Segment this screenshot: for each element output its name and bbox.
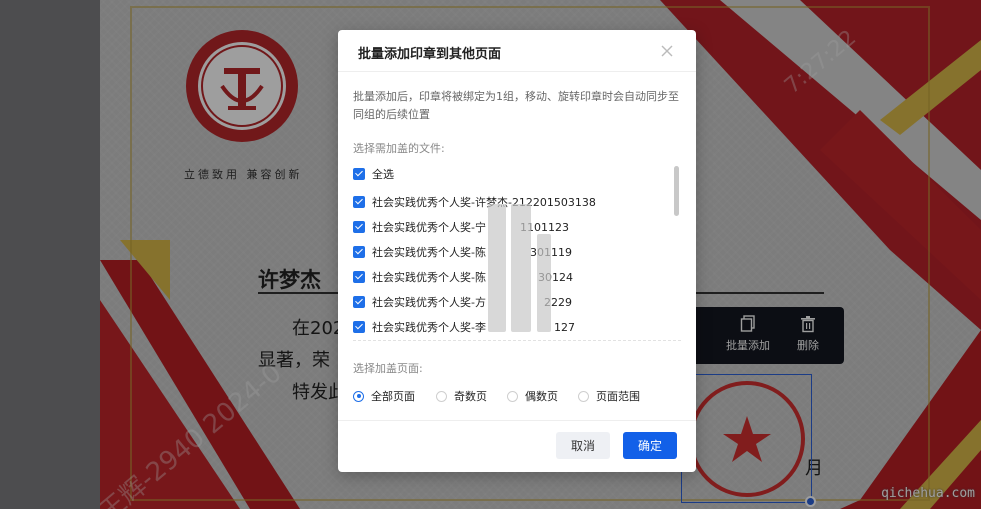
cancel-button[interactable]: 取消 <box>556 432 610 459</box>
radio-odd-pages[interactable]: 奇数页 <box>436 388 487 404</box>
checkbox-checked-icon <box>353 196 365 208</box>
file-name: 社会实践优秀个人奖-陈 <box>372 271 486 284</box>
checkbox-checked-icon <box>353 296 365 308</box>
file-name: 社会实践优秀个人奖-陈 <box>372 246 486 259</box>
radio-selected-icon <box>353 390 364 402</box>
radio-label: 全部页面 <box>371 390 415 403</box>
checkbox-checked-icon <box>353 168 365 180</box>
select-all-checkbox[interactable]: 全选 <box>353 164 394 184</box>
title-divider <box>338 71 696 72</box>
file-list-scrollbar[interactable] <box>674 166 679 216</box>
file-name: 社会实践优秀个人奖-宁 <box>372 221 486 234</box>
close-icon[interactable] <box>658 42 676 60</box>
confirm-button[interactable]: 确定 <box>623 432 677 459</box>
files-label: 选择需加盖的文件: <box>353 142 445 155</box>
batch-add-dialog: 批量添加印章到其他页面 批量添加后，印章将被绑定为1组，移动、旋转印章时会自动同… <box>338 30 696 472</box>
checkbox-checked-icon <box>353 321 365 333</box>
file-item[interactable]: 社会实践优秀个人奖-许梦杰-212201503138 <box>353 192 596 212</box>
file-list: 全选 社会实践优秀个人奖-许梦杰-212201503138 社会实践优秀个人奖-… <box>353 164 681 336</box>
radio-all-pages[interactable]: 全部页面 <box>353 388 415 404</box>
redaction-block <box>488 204 506 332</box>
redaction-block <box>511 204 531 332</box>
page-option-group: 全部页面 奇数页 偶数页 页面范围 <box>353 388 683 406</box>
checkbox-checked-icon <box>353 271 365 283</box>
file-name: 社会实践优秀个人奖-方 <box>372 296 486 309</box>
radio-empty-icon <box>507 390 518 402</box>
radio-label: 奇数页 <box>454 390 487 403</box>
footer-divider <box>338 420 696 421</box>
radio-label: 页面范围 <box>596 390 640 403</box>
checkbox-checked-icon <box>353 246 365 258</box>
file-name: 社会实践优秀个人奖-许梦杰-212201503138 <box>372 196 596 209</box>
radio-label: 偶数页 <box>525 390 558 403</box>
radio-even-pages[interactable]: 偶数页 <box>507 388 558 404</box>
radio-page-range[interactable]: 页面范围 <box>578 388 640 404</box>
pages-label: 选择加盖页面: <box>353 362 423 375</box>
section-divider <box>353 340 681 341</box>
dialog-title: 批量添加印章到其他页面 <box>358 47 502 62</box>
select-all-label: 全选 <box>372 168 394 181</box>
radio-empty-icon <box>436 390 447 402</box>
file-id: 127 <box>553 320 575 334</box>
checkbox-checked-icon <box>353 221 365 233</box>
dialog-description: 批量添加后，印章将被绑定为1组，移动、旋转印章时会自动同步至同组的后续位置 <box>353 90 679 121</box>
file-name: 社会实践优秀个人奖-李 <box>372 321 486 334</box>
radio-empty-icon <box>578 390 589 402</box>
redaction-block <box>537 234 551 332</box>
